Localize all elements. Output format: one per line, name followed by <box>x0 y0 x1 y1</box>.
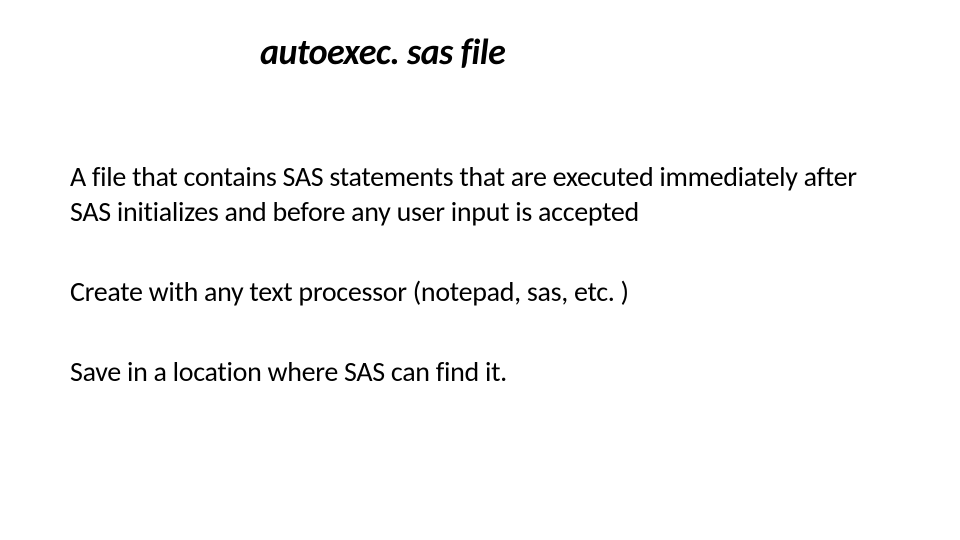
paragraph-3: Save in a location where SAS can find it… <box>70 354 890 389</box>
slide-container: autoexec. sas file A file that contains … <box>0 0 960 540</box>
slide-title: autoexec. sas file <box>260 30 890 74</box>
paragraph-1: A file that contains SAS statements that… <box>70 159 890 229</box>
paragraph-2: Create with any text processor (notepad,… <box>70 274 890 309</box>
